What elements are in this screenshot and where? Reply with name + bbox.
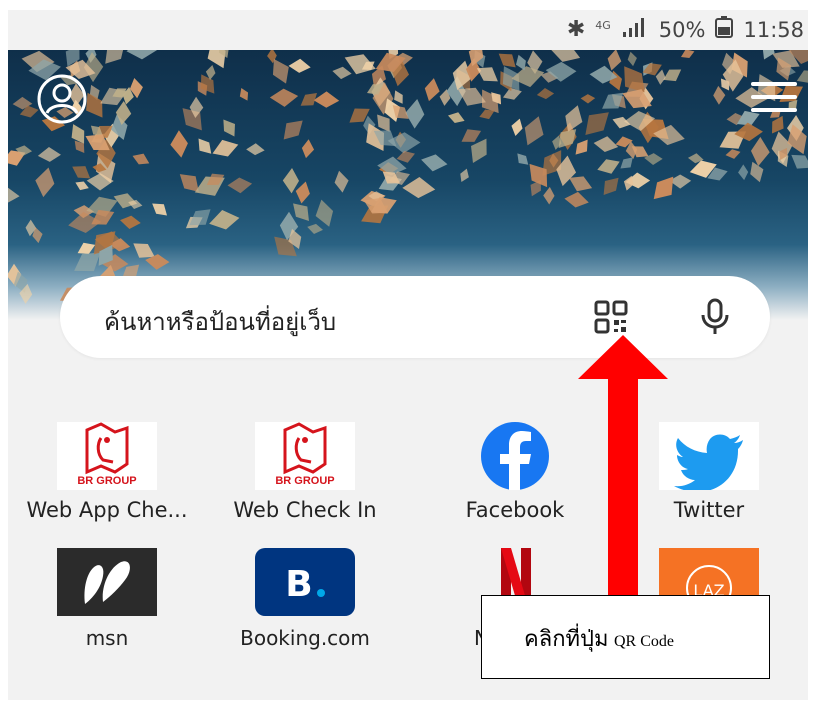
stingray-shape: [120, 215, 141, 230]
shortcut-label: msn: [85, 626, 129, 650]
shortcut-msn[interactable]: msn: [22, 548, 192, 658]
signal-icon: [621, 17, 649, 42]
stingray-shape: [713, 85, 726, 105]
browser-screen: ✱ 4G 50% 11:58 ค้นหาหรือป้อนที่อยู่เว็บ …: [8, 10, 808, 700]
battery-percent: 50%: [658, 17, 706, 42]
facebook-logo: [465, 422, 565, 490]
stingray-shape: [511, 118, 523, 136]
stingray-shape: [126, 50, 157, 60]
stingray-shape: [332, 66, 352, 80]
qr-code-icon: [594, 300, 628, 334]
svg-text:B: B: [285, 564, 312, 605]
stingray-shape: [791, 154, 808, 169]
microphone-icon: [701, 298, 729, 334]
stingray-shape: [387, 132, 421, 154]
stingray-shape: [460, 168, 469, 182]
stingray-shape: [725, 149, 741, 159]
stingray-shape: [524, 116, 544, 146]
voice-search-button[interactable]: [698, 298, 732, 336]
stingray-shape: [132, 153, 150, 165]
clock-time: 11:58: [743, 17, 804, 42]
stingray-shape: [593, 136, 619, 153]
shortcut-web-check-in[interactable]: BR GROUP Web Check In: [220, 422, 390, 532]
br-group-logo: BR GROUP: [57, 422, 157, 490]
stingray-shape: [307, 223, 323, 235]
stingray-shape: [424, 78, 440, 102]
stingray-shape: [35, 167, 55, 198]
menu-button[interactable]: [751, 80, 797, 114]
stingray-shape: [750, 136, 770, 167]
stingray-shape: [209, 209, 240, 230]
qr-code-button[interactable]: [594, 300, 628, 334]
booking-logo: B: [255, 548, 355, 616]
stingray-shape: [680, 50, 695, 59]
stingray-shape: [653, 176, 674, 200]
stingray-shape: [313, 91, 340, 108]
shortcut-facebook[interactable]: Facebook: [430, 422, 600, 532]
stingray-shape: [334, 170, 349, 193]
svg-text:BR GROUP: BR GROUP: [275, 475, 334, 487]
instruction-text: คลิกที่ปุ่ม QR Code: [524, 626, 674, 651]
twitter-logo: [659, 422, 759, 493]
stingray-shape: [227, 177, 253, 194]
stingray-shape: [402, 176, 436, 199]
stingray-shape: [170, 130, 188, 158]
stingray-shape: [269, 88, 299, 107]
stingray-shape: [8, 187, 20, 203]
br-group-logo: BR GROUP: [255, 422, 355, 490]
stingray-shape: [189, 209, 211, 226]
stingray-shape: [37, 147, 61, 162]
stingray-shape: [627, 51, 637, 67]
stingray-shape: [543, 186, 555, 205]
hamburger-menu-icon: [751, 82, 797, 112]
status-bar: ✱ 4G 50% 11:58: [8, 10, 808, 50]
network-type: 4G: [595, 19, 611, 32]
shortcut-booking[interactable]: B Booking.com: [220, 548, 390, 658]
stingray-shape: [223, 119, 235, 137]
shortcut-label: Booking.com: [240, 626, 370, 650]
stingray-shape: [536, 88, 555, 100]
profile-button[interactable]: [36, 73, 88, 125]
shortcut-label: Web Check In: [233, 498, 377, 522]
stingray-shape: [239, 87, 249, 101]
stingray-shape: [288, 58, 311, 73]
stingray-shape: [405, 99, 425, 129]
stingray-shape: [738, 164, 749, 181]
battery-icon: [715, 16, 734, 43]
stingray-shape: [198, 138, 212, 154]
shortcut-label: Facebook: [465, 498, 565, 522]
msn-logo: [57, 548, 157, 616]
stingray-shape: [421, 154, 448, 172]
search-placeholder[interactable]: ค้นหาหรือป้อนที่อยู่เว็บ: [104, 302, 336, 341]
stingray-shape: [585, 112, 609, 135]
stingray-shape: [246, 143, 265, 156]
stingray-shape: [283, 120, 303, 140]
svg-text:BR GROUP: BR GROUP: [77, 475, 136, 487]
stingray-shape: [564, 191, 589, 208]
stingray-shape: [282, 168, 300, 194]
stingray-shape: [603, 177, 619, 196]
shortcut-label: Web App Che...: [26, 498, 188, 522]
stingray-shape: [607, 50, 622, 71]
stingray-shape: [301, 139, 315, 159]
stingray-shape: [597, 159, 620, 174]
stingray-shape: [212, 139, 239, 157]
stingray-shape: [448, 112, 465, 123]
stingray-shape: [517, 153, 529, 165]
stingray-shape: [152, 203, 168, 216]
profile-icon: [37, 74, 87, 124]
bluetooth-icon: ✱: [566, 17, 586, 42]
stingray-shape: [550, 50, 581, 62]
instruction-callout: คลิกที่ปุ่ม QR Code: [481, 595, 770, 679]
shortcut-web-app-check[interactable]: BR GROUP Web App Che...: [22, 422, 192, 532]
stingray-shape: [580, 94, 596, 104]
